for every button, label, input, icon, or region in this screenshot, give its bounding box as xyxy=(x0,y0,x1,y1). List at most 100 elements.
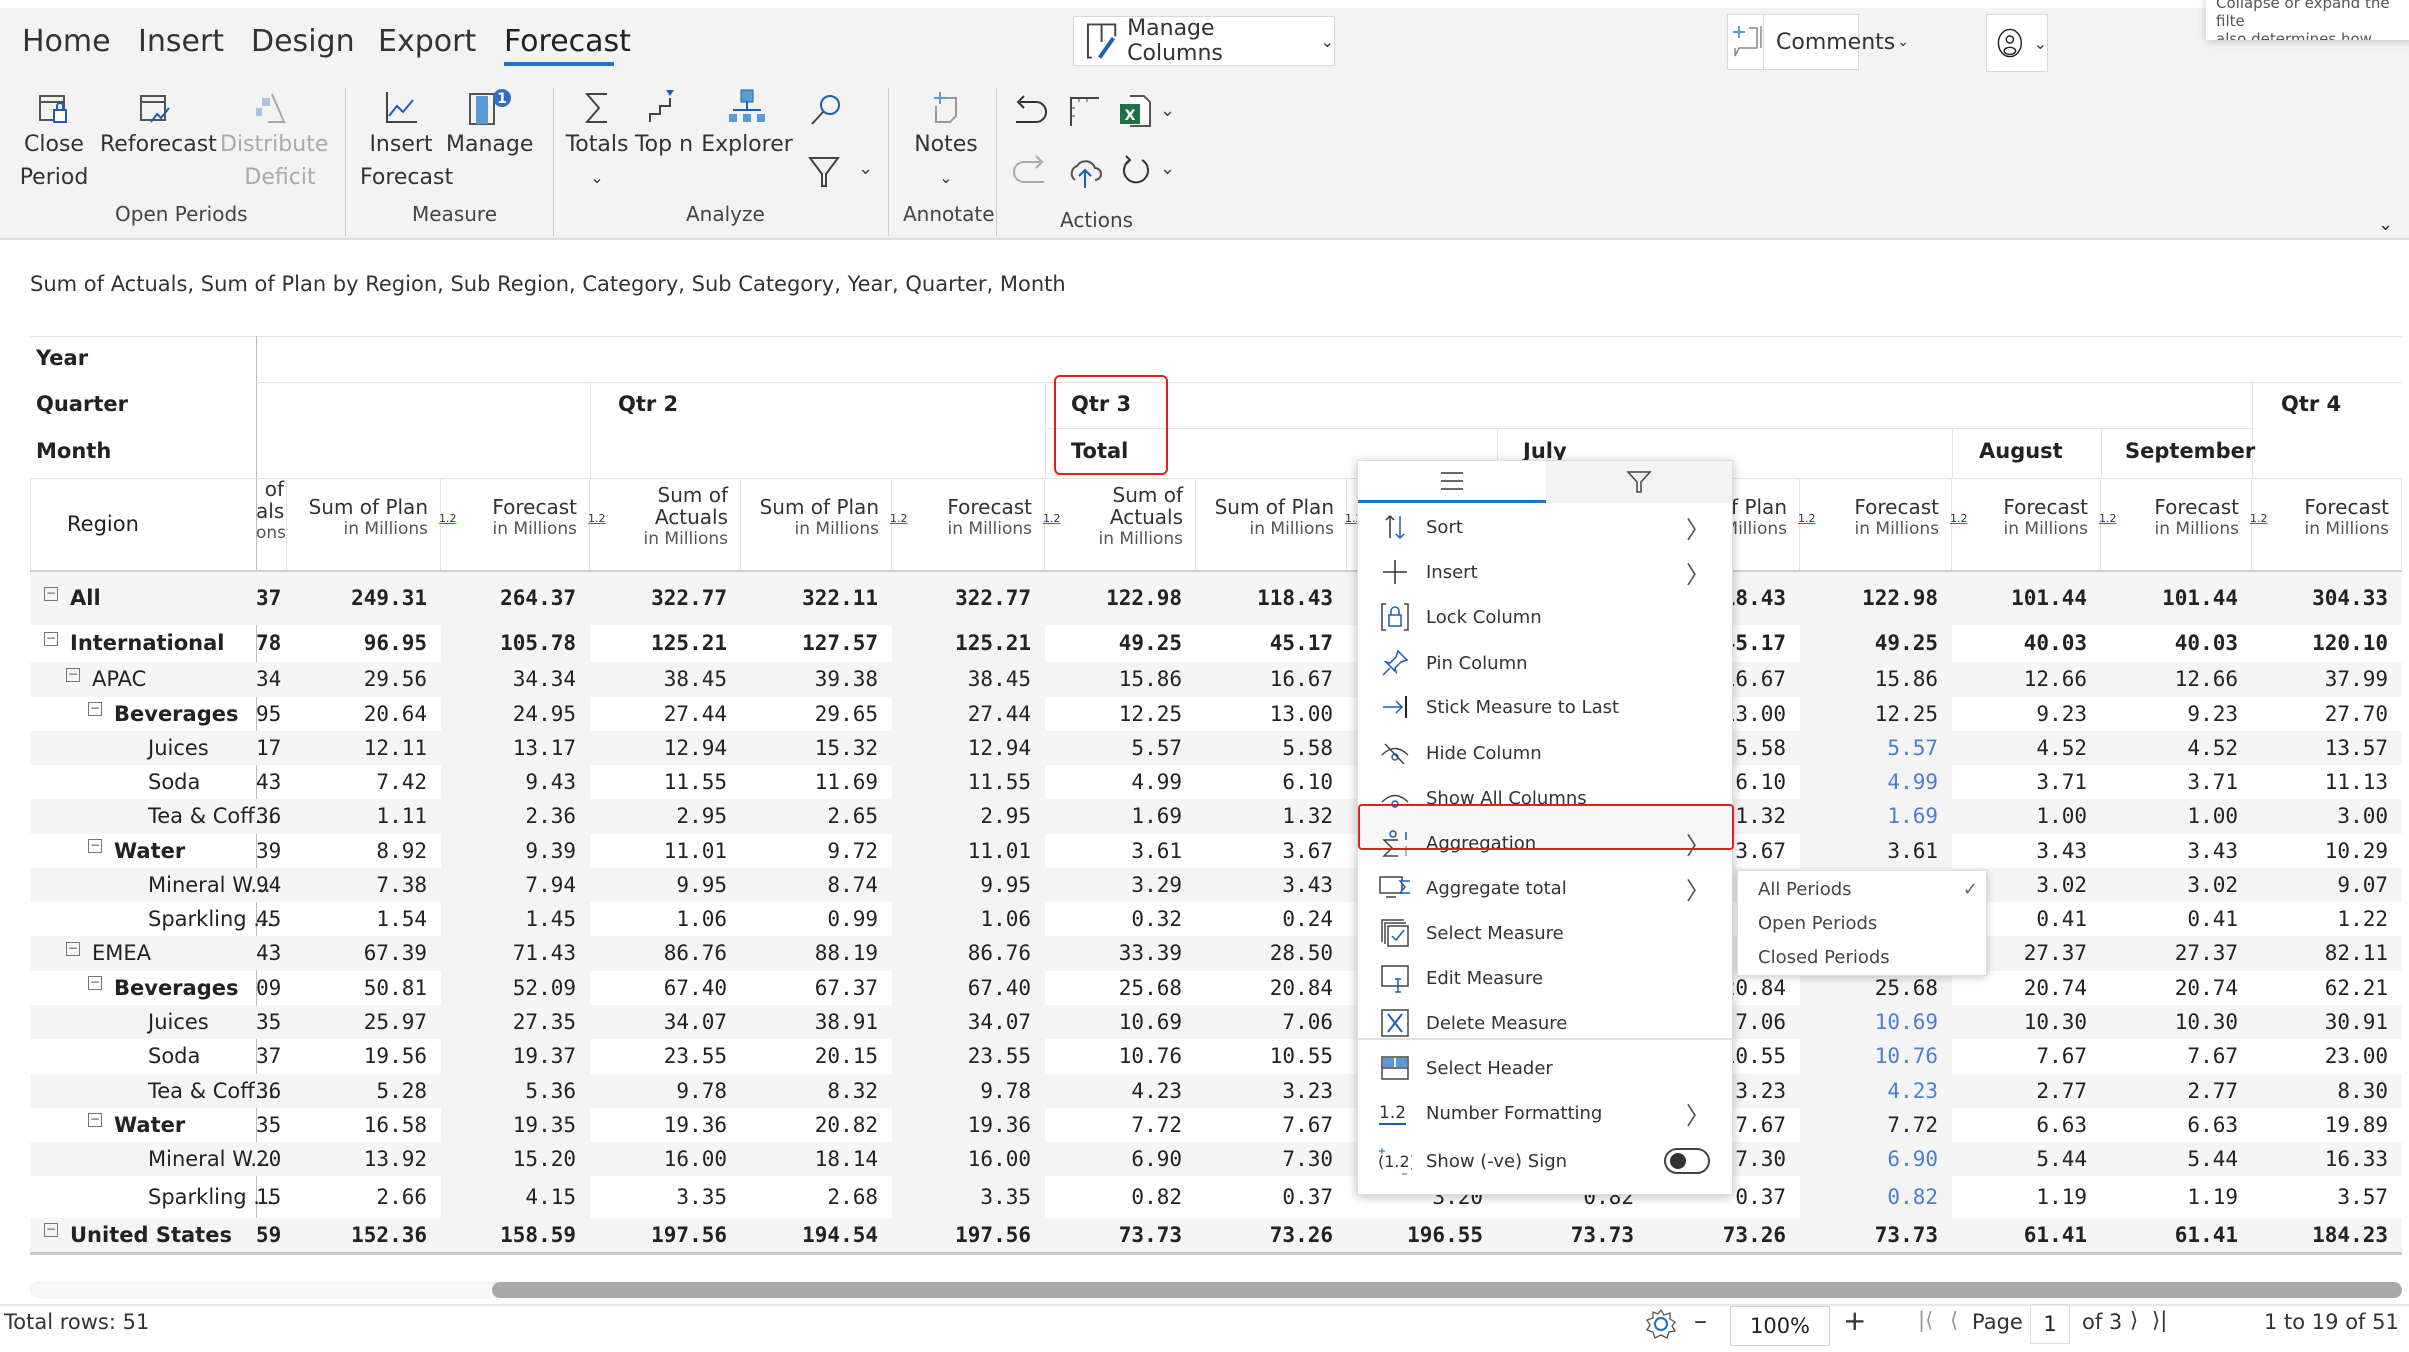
zoom-out-button[interactable]: – xyxy=(1694,1306,1707,1336)
first-page-button[interactable]: |⟨ xyxy=(1918,1308,1933,1332)
page-number-input[interactable]: 1 xyxy=(2030,1304,2070,1344)
table-row[interactable]: − All 37 249.31 264.37 322.77 322.11 322.77 122.… xyxy=(30,572,2402,625)
redo-icon[interactable] xyxy=(1010,152,1050,192)
table-cell-sep_forecast[interactable]: 61.41 xyxy=(2101,1218,2252,1252)
collapse-toggle-icon[interactable]: − xyxy=(88,839,102,853)
column-header-forecast[interactable]: Forecastin Millions xyxy=(892,478,1045,572)
table-cell-q2_plan[interactable]: 8.74 xyxy=(741,868,892,902)
table-cell-q3t_plan[interactable]: 73.26 xyxy=(1196,1218,1347,1252)
table-cell-q4_forecast[interactable]: 1.22 xyxy=(2252,902,2402,936)
table-cell-q3t_plan[interactable]: 7.06 xyxy=(1196,1005,1347,1039)
table-cell-prev_forecast[interactable]: 9.43 xyxy=(441,765,590,799)
table-cell-prev_partial[interactable]: 59 xyxy=(256,1218,287,1252)
table-cell-jul_forecast[interactable]: 15.86 xyxy=(1800,662,1952,697)
table-cell-sep_forecast[interactable]: 1.19 xyxy=(2101,1176,2252,1218)
table-cell-sep_forecast[interactable]: 3.43 xyxy=(2101,834,2252,868)
collapse-ribbon-icon[interactable]: ⌄ xyxy=(2378,214,2393,235)
table-cell-q4_forecast[interactable]: 16.33 xyxy=(2252,1142,2402,1176)
table-cell-q3t_actuals[interactable]: 73.73 xyxy=(1045,1218,1196,1252)
table-cell-q3t_plan[interactable]: 5.58 xyxy=(1196,731,1347,765)
table-cell-sep_forecast[interactable]: 40.03 xyxy=(2101,625,2252,662)
table-cell-sep_forecast[interactable]: 12.66 xyxy=(2101,662,2252,697)
table-cell-sep_forecast[interactable]: 6.63 xyxy=(2101,1108,2252,1142)
table-cell-jul_forecast[interactable]: 0.82 xyxy=(1800,1176,1952,1218)
table-cell-prev_forecast[interactable]: 19.35 xyxy=(441,1108,590,1142)
menu-item-edit-measure[interactable]: Edit Measure xyxy=(1358,956,1734,1000)
negative-sign-toggle[interactable] xyxy=(1664,1148,1710,1174)
table-cell-q3t_actuals[interactable]: 25.68 xyxy=(1045,971,1196,1005)
collapse-toggle-icon[interactable]: − xyxy=(44,586,58,601)
table-cell-prev_partial[interactable]: 37 xyxy=(256,1039,287,1074)
table-cell-q3t_actuals[interactable]: 4.23 xyxy=(1045,1074,1196,1108)
table-cell-prev_plan[interactable]: 5.28 xyxy=(287,1074,441,1108)
table-cell-q2_plan[interactable]: 9.72 xyxy=(741,834,892,868)
settings-gear-icon[interactable] xyxy=(1645,1308,1677,1340)
table-cell-q3t_plan[interactable]: 20.84 xyxy=(1196,971,1347,1005)
table-cell-prev_plan[interactable]: 96.95 xyxy=(287,625,441,662)
table-cell-prev_partial[interactable]: 45 xyxy=(256,902,287,936)
notes-chevron-icon[interactable]: ⌄ xyxy=(902,161,990,194)
column-header-plan[interactable]: Sum of Planin Millions xyxy=(1196,478,1347,572)
table-cell-jul_forecast[interactable]: 10.69 xyxy=(1800,1005,1952,1039)
table-cell-prev_plan[interactable]: 67.39 xyxy=(287,936,441,971)
table-cell-aug_forecast[interactable]: 12.66 xyxy=(1952,662,2101,697)
region-header[interactable]: Region xyxy=(30,478,256,572)
table-cell-q2_forecast[interactable]: 3.35 xyxy=(892,1176,1045,1218)
table-cell-jul_forecast[interactable]: 25.68 xyxy=(1800,971,1952,1005)
table-cell-prev_forecast[interactable]: 2.36 xyxy=(441,799,590,834)
table-cell-q4_forecast[interactable]: 19.89 xyxy=(2252,1108,2402,1142)
month-header-september[interactable]: September xyxy=(2125,439,2255,463)
table-cell-q2_plan[interactable]: 11.69 xyxy=(741,765,892,799)
table-cell-q2_plan[interactable]: 2.65 xyxy=(741,799,892,834)
table-cell-q3t_plan[interactable]: 3.67 xyxy=(1196,834,1347,868)
table-cell-prev_forecast[interactable]: 7.94 xyxy=(441,868,590,902)
notes-button[interactable]: Notes ⌄ xyxy=(902,88,990,194)
table-row[interactable]: Soda 37 19.56 19.37 23.55 20.15 23.55 10.76 10.5… xyxy=(30,1039,2402,1074)
table-cell-q2_forecast[interactable]: 9.95 xyxy=(892,868,1045,902)
table-cell-q3t_forecast[interactable]: 196.55 xyxy=(1347,1218,1497,1252)
month-header-august[interactable]: August xyxy=(1979,439,2063,463)
table-cell-jul_forecast[interactable]: 73.73 xyxy=(1800,1218,1952,1252)
table-cell-aug_forecast[interactable]: 5.44 xyxy=(1952,1142,2101,1176)
menu-item-stick-measure-to-last[interactable]: Stick Measure to Last xyxy=(1358,685,1734,729)
table-cell-q4_forecast[interactable]: 3.57 xyxy=(2252,1176,2402,1218)
table-cell-q4_forecast[interactable]: 3.00 xyxy=(2252,799,2402,834)
table-cell-jul_forecast[interactable]: 6.90 xyxy=(1800,1142,1952,1176)
horizontal-scrollbar-thumb[interactable] xyxy=(492,1282,2402,1298)
collapse-toggle-icon[interactable]: − xyxy=(88,976,102,990)
table-cell-aug_forecast[interactable]: 3.71 xyxy=(1952,765,2101,799)
table-cell-prev_partial[interactable]: 35 xyxy=(256,1005,287,1039)
table-cell-aug_forecast[interactable]: 7.67 xyxy=(1952,1039,2101,1074)
table-cell-q4_forecast[interactable]: 37.99 xyxy=(2252,662,2402,697)
table-cell-prev_forecast[interactable]: 19.37 xyxy=(441,1039,590,1074)
table-cell-sep_forecast[interactable]: 9.23 xyxy=(2101,697,2252,731)
table-cell-q2_plan[interactable]: 322.11 xyxy=(741,572,892,625)
table-cell-sep_forecast[interactable]: 3.71 xyxy=(2101,765,2252,799)
menu-item-show-ve-sign[interactable]: (1.2) Show (-ve) Sign xyxy=(1358,1139,1734,1183)
table-cell-q3t_plan[interactable]: 13.00 xyxy=(1196,697,1347,731)
table-cell-sep_forecast[interactable]: 5.44 xyxy=(2101,1142,2252,1176)
menu-item-sort[interactable]: Sort 〉 xyxy=(1358,505,1734,549)
table-cell-prev_plan[interactable]: 50.81 xyxy=(287,971,441,1005)
undo-icon[interactable] xyxy=(1010,92,1050,132)
table-cell-q2_forecast[interactable]: 9.78 xyxy=(892,1074,1045,1108)
reforecast-button[interactable]: Reforecast xyxy=(100,88,217,161)
ruler-icon[interactable] xyxy=(1065,92,1105,132)
column-header-actuals[interactable]: Sum ofActualsin Millions xyxy=(590,478,741,572)
excel-export-icon[interactable]: X xyxy=(1116,92,1156,132)
table-cell-q3t_actuals[interactable]: 10.69 xyxy=(1045,1005,1196,1039)
table-cell-prev_forecast[interactable]: 15.20 xyxy=(441,1142,590,1176)
table-cell-q3t_plan[interactable]: 7.30 xyxy=(1196,1142,1347,1176)
column-header-forecast[interactable]: Forecastin Millions xyxy=(2252,478,2402,572)
collapse-toggle-icon[interactable]: − xyxy=(66,941,80,956)
refresh-icon[interactable] xyxy=(1116,152,1156,192)
table-cell-aug_forecast[interactable]: 1.19 xyxy=(1952,1176,2101,1218)
table-cell-q2_forecast[interactable]: 19.36 xyxy=(892,1108,1045,1142)
table-cell-jul_forecast[interactable]: 10.76 xyxy=(1800,1039,1952,1074)
menu-item-insert[interactable]: Insert 〉 xyxy=(1358,550,1734,594)
table-cell-q3t_actuals[interactable]: 33.39 xyxy=(1045,936,1196,971)
export-chevron-icon[interactable]: ⌄ xyxy=(1160,100,1175,121)
table-cell-prev_forecast[interactable]: 1.45 xyxy=(441,902,590,936)
table-row[interactable]: Soda 43 7.42 9.43 11.55 11.69 11.55 4.99 6.10 6.1… xyxy=(30,765,2402,799)
collapse-toggle-icon[interactable]: − xyxy=(88,702,102,716)
